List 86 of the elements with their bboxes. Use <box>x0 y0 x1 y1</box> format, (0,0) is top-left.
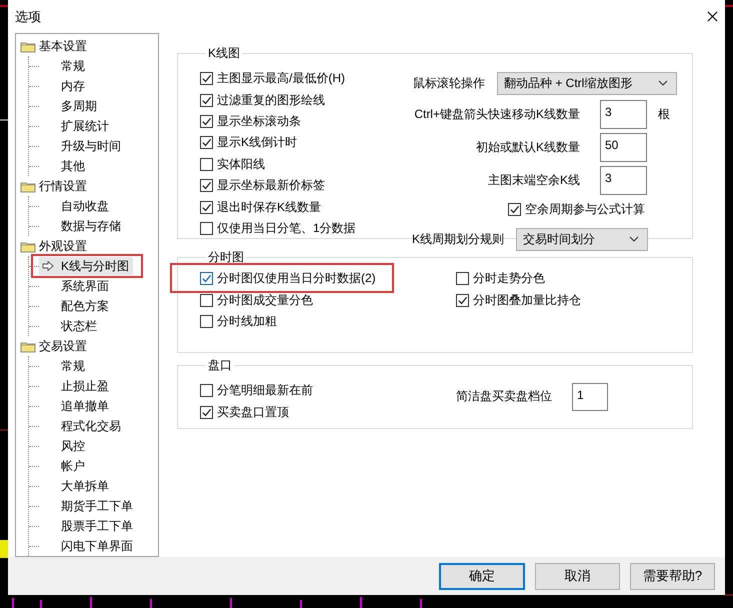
field-label: 初始或默认K线数量 <box>476 139 580 156</box>
checkbox[interactable] <box>200 272 213 286</box>
dialog-button[interactable]: 需要帮助? <box>630 562 715 590</box>
field-label: Ctrl+键盘箭头快速移动K线数量 <box>414 106 580 123</box>
tree-item[interactable]: 扩展统计 <box>39 117 113 135</box>
tree-item[interactable]: 闪电下单界面 <box>39 537 137 555</box>
checkbox[interactable] <box>508 202 521 216</box>
tree-item[interactable]: 大单拆单 <box>39 477 113 495</box>
tree-item[interactable]: 程式化交易 <box>39 417 125 435</box>
checkbox[interactable] <box>200 94 213 107</box>
unit-label: 根 <box>657 106 671 123</box>
folder-icon <box>20 180 36 192</box>
tree-item[interactable]: 升级与时间 <box>39 137 125 155</box>
checkbox[interactable] <box>200 200 213 214</box>
arrow-icon <box>42 261 54 271</box>
dialog-button[interactable]: 取消 <box>535 562 620 590</box>
checkbox-label: 分时图叠加量比持仓 <box>473 292 581 309</box>
checkbox-label: 买卖盘口置顶 <box>217 404 289 421</box>
checkbox-label: 分时线加粗 <box>217 312 277 330</box>
dialog-button[interactable]: 确定 <box>439 562 525 590</box>
tree-item[interactable]: 帐户 <box>39 457 89 475</box>
checkbox-label: 显示K线倒计时 <box>217 134 298 152</box>
close-icon[interactable] <box>707 11 718 22</box>
tree-item[interactable]: 配色方案 <box>39 297 113 315</box>
checkbox[interactable] <box>200 158 213 171</box>
dropdown[interactable]: 交易时间划分 <box>516 228 648 250</box>
checkbox[interactable] <box>200 406 213 419</box>
input-field[interactable]: 50 <box>600 133 647 162</box>
group-title: 盘口 <box>207 357 233 374</box>
tree-item[interactable]: 系统界面 <box>39 277 113 295</box>
field-label: K线周期划分规则 <box>412 230 504 248</box>
tree-item[interactable]: 追单撤单 <box>39 397 113 415</box>
group-title: K线图 <box>207 45 242 62</box>
folder-icon <box>20 40 36 52</box>
checkbox-label: 空余周期参与公式计算 <box>525 200 645 218</box>
checkbox-label: 过滤重复的图形绘线 <box>217 92 325 109</box>
checkbox[interactable] <box>456 272 469 286</box>
field-label: 主图末端空余K线 <box>488 172 580 189</box>
tree-item[interactable]: 行情设置 <box>39 178 87 194</box>
tree-item[interactable]: 多周期 <box>39 97 101 115</box>
checkbox-label: 实体阳线 <box>217 156 265 173</box>
tree-item[interactable]: 内存 <box>39 77 89 95</box>
checkbox[interactable] <box>200 179 213 192</box>
tree-item[interactable]: 外观设置 <box>39 238 87 254</box>
checkbox[interactable] <box>200 72 213 86</box>
field-label: 简洁盘买卖盘档位 <box>456 388 552 405</box>
checkbox[interactable] <box>200 384 213 398</box>
folder-icon <box>20 340 36 352</box>
tree-item[interactable]: 交易设置 <box>39 338 87 354</box>
tree-item[interactable]: 期货手工下单 <box>39 497 137 515</box>
checkbox-label: 分时图仅使用当日分时数据(2) <box>217 270 376 288</box>
field-label: 鼠标滚轮操作 <box>413 74 485 92</box>
tree-item[interactable]: 股票手工下单 <box>39 517 137 535</box>
tree-item[interactable]: 风控 <box>39 437 89 455</box>
tree-item[interactable]: K线与分时图 <box>39 257 134 275</box>
checkbox[interactable] <box>200 222 213 235</box>
checkbox-label: 分笔明细最新在前 <box>217 382 313 400</box>
group-title: 分时图 <box>207 249 245 266</box>
tree-item[interactable]: 其他 <box>39 157 89 175</box>
checkbox[interactable] <box>456 294 469 307</box>
checkbox-label: 分时图成交量分色 <box>217 292 313 309</box>
input-field[interactable]: 3 <box>600 166 647 195</box>
checkbox[interactable] <box>200 294 213 307</box>
checkbox-label: 主图显示最高/最低价(H) <box>217 70 345 88</box>
checkbox[interactable] <box>200 114 213 128</box>
input-field[interactable]: 3 <box>600 100 647 129</box>
folder-icon <box>20 240 36 252</box>
checkbox-label: 仅使用当日分笔、1分数据 <box>217 220 356 237</box>
tree-item[interactable]: 自动收盘 <box>39 197 113 215</box>
tree-item[interactable]: 基本设置 <box>39 38 87 54</box>
input-field[interactable]: 1 <box>572 382 608 410</box>
checkbox-label: 分时走势分色 <box>473 270 545 288</box>
checkbox[interactable] <box>200 136 213 150</box>
tree-item[interactable]: 数据与存储 <box>39 217 125 235</box>
checkbox[interactable] <box>200 314 213 328</box>
dropdown[interactable]: 翻动品种 + Ctrl缩放图形 <box>497 72 677 94</box>
caret-icon <box>629 236 640 242</box>
tree-item[interactable]: 状态栏 <box>39 317 101 335</box>
checkbox-label: 显示坐标滚动条 <box>217 112 301 130</box>
window-title: 选项 <box>15 8 41 26</box>
tree-item[interactable]: 常规 <box>39 57 89 75</box>
checkbox-label: 显示坐标最新价标签 <box>217 177 325 194</box>
caret-icon <box>658 80 668 86</box>
tree-item[interactable]: 常规 <box>39 357 89 375</box>
checkbox-label: 退出时保存K线数量 <box>217 198 322 216</box>
tree-item[interactable]: 止损止盈 <box>39 377 113 395</box>
